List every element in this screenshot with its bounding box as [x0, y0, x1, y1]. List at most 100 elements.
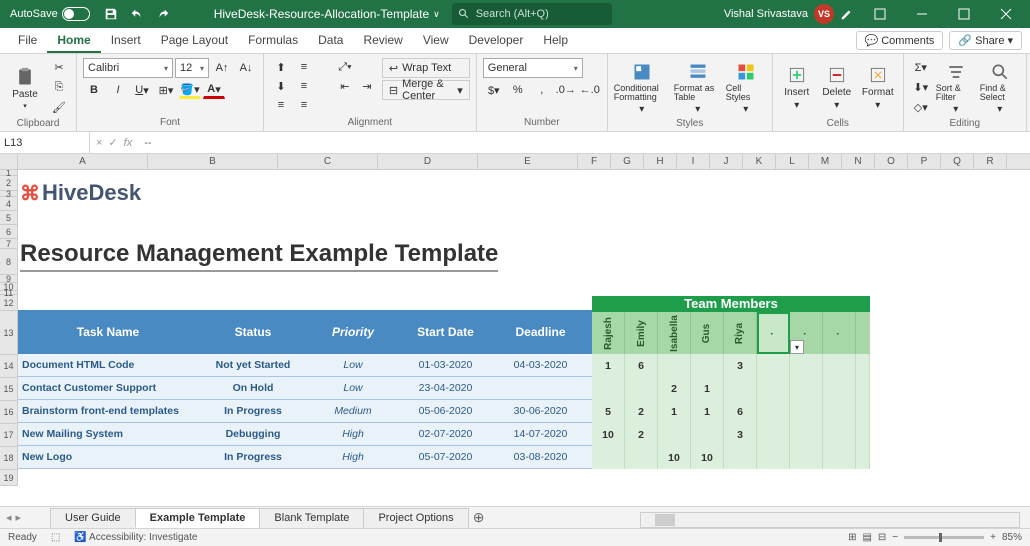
font-name-combo[interactable]: Calibri: [83, 58, 173, 78]
tab-developer[interactable]: Developer: [459, 29, 534, 53]
team-member-header[interactable]: Riya: [724, 312, 757, 354]
cell-styles-button[interactable]: Cell Styles▾: [726, 58, 766, 118]
font-color-button[interactable]: A▾: [203, 81, 225, 99]
sheet-tab[interactable]: User Guide: [50, 508, 136, 528]
table-row[interactable]: 1010: [592, 446, 870, 469]
team-member-header[interactable]: Isabella: [658, 312, 691, 354]
select-all-corner[interactable]: [0, 154, 18, 170]
team-member-header[interactable]: Rajesh: [592, 312, 625, 354]
minimize-icon[interactable]: [902, 0, 942, 28]
zoom-in-icon[interactable]: +: [990, 532, 996, 543]
orientation-icon[interactable]: ⤢▾: [334, 58, 356, 76]
tab-formulas[interactable]: Formulas: [238, 29, 308, 53]
document-title[interactable]: HiveDesk-Resource-Allocation-Template∨: [214, 7, 440, 21]
decrease-decimal-icon[interactable]: ←.0: [579, 81, 601, 99]
tab-view[interactable]: View: [413, 29, 459, 53]
decrease-font-icon[interactable]: A↓: [235, 59, 257, 77]
table-row[interactable]: 163: [592, 354, 870, 377]
macro-record-icon[interactable]: ⬚: [51, 532, 60, 543]
spreadsheet-grid[interactable]: ABCDEFGHIJKLMNOPQR 123456789101112131415…: [0, 154, 1030, 500]
tab-page-layout[interactable]: Page Layout: [151, 29, 238, 53]
avatar[interactable]: VS: [814, 4, 834, 24]
table-row[interactable]: 1023: [592, 423, 870, 446]
find-select-button[interactable]: Find & Select▾: [980, 58, 1020, 118]
autosum-icon[interactable]: Σ▾: [910, 58, 932, 76]
number-format-combo[interactable]: General: [483, 58, 583, 78]
border-button[interactable]: ⊞▾: [155, 81, 177, 99]
copy-icon[interactable]: ⎘: [48, 78, 70, 96]
pen-icon[interactable]: [836, 3, 858, 25]
cut-icon[interactable]: ✂: [48, 58, 70, 76]
accessibility-status[interactable]: ♿ Accessibility: Investigate: [74, 532, 197, 543]
next-sheet-icon[interactable]: ▸: [16, 511, 22, 524]
row-headers[interactable]: 12345678910111213141516171819: [0, 170, 18, 486]
fx-icon[interactable]: fx: [124, 137, 133, 149]
insert-cells-button[interactable]: Insert▾: [779, 58, 815, 118]
underline-button[interactable]: U▾: [131, 81, 153, 99]
ribbon-options-icon[interactable]: [860, 0, 900, 28]
horizontal-scrollbar[interactable]: [640, 512, 1020, 528]
tab-home[interactable]: Home: [47, 29, 100, 53]
increase-font-icon[interactable]: A↑: [211, 59, 233, 77]
name-box[interactable]: L13: [0, 132, 90, 153]
sheet-tab[interactable]: Project Options: [363, 508, 468, 528]
delete-cells-button[interactable]: Delete▾: [819, 58, 855, 118]
table-row[interactable]: 21: [592, 377, 870, 400]
undo-icon[interactable]: [126, 3, 148, 25]
currency-icon[interactable]: $▾: [483, 81, 505, 99]
search-input[interactable]: Search (Alt+Q): [452, 3, 612, 25]
view-normal-icon[interactable]: ⊞: [848, 532, 856, 543]
add-sheet-button[interactable]: ⊕: [468, 509, 490, 526]
percent-icon[interactable]: %: [507, 81, 529, 99]
fill-color-button[interactable]: 🪣▾: [179, 81, 201, 99]
tab-help[interactable]: Help: [533, 29, 578, 53]
align-center-icon[interactable]: ≡: [270, 96, 292, 114]
increase-indent-icon[interactable]: ⇥: [356, 77, 378, 95]
align-left-icon[interactable]: ≡: [293, 77, 315, 95]
maximize-icon[interactable]: [944, 0, 984, 28]
column-headers[interactable]: ABCDEFGHIJKLMNOPQR: [18, 154, 1030, 170]
table-row[interactable]: New LogoIn ProgressHigh05-07-202003-08-2…: [18, 446, 643, 469]
comments-button[interactable]: 💬 Comments: [856, 31, 944, 50]
table-row[interactable]: New Mailing SystemDebuggingHigh02-07-202…: [18, 423, 643, 446]
align-right-icon[interactable]: ≡: [293, 96, 315, 114]
view-layout-icon[interactable]: ▤: [862, 532, 871, 543]
increase-decimal-icon[interactable]: .0→: [555, 81, 577, 99]
align-top-icon[interactable]: ⬆: [270, 58, 292, 76]
table-row[interactable]: 52116: [592, 400, 870, 423]
align-bottom-icon[interactable]: ⬇: [270, 77, 292, 95]
tab-data[interactable]: Data: [308, 29, 353, 53]
dropdown-arrow-icon[interactable]: ▾: [790, 340, 804, 354]
merge-center-button[interactable]: ⊟ Merge & Center ▾: [382, 80, 470, 100]
decrease-indent-icon[interactable]: ⇤: [334, 77, 356, 95]
formula-input[interactable]: --: [138, 137, 1030, 149]
close-icon[interactable]: [986, 0, 1026, 28]
autosave-toggle[interactable]: AutoSave: [4, 5, 96, 23]
tab-review[interactable]: Review: [353, 29, 412, 53]
sheet-tab[interactable]: Blank Template: [259, 508, 364, 528]
tab-file[interactable]: File: [8, 29, 47, 53]
tab-insert[interactable]: Insert: [101, 29, 151, 53]
enter-formula-icon[interactable]: ✓: [108, 136, 117, 149]
team-member-header[interactable]: ·: [823, 312, 856, 354]
bold-button[interactable]: B: [83, 81, 105, 99]
prev-sheet-icon[interactable]: ◂: [6, 511, 12, 524]
font-size-combo[interactable]: 12: [175, 58, 209, 78]
zoom-slider[interactable]: [904, 536, 984, 539]
redo-icon[interactable]: [152, 3, 174, 25]
team-member-header[interactable]: Gus: [691, 312, 724, 354]
save-icon[interactable]: [100, 3, 122, 25]
team-member-header[interactable]: Emily: [625, 312, 658, 354]
fill-icon[interactable]: ⬇▾: [910, 78, 932, 96]
zoom-level[interactable]: 85%: [1002, 532, 1022, 543]
format-cells-button[interactable]: Format▾: [859, 58, 897, 118]
team-member-header[interactable]: ·: [757, 312, 790, 354]
table-row[interactable]: Brainstorm front-end templatesIn Progres…: [18, 400, 643, 423]
sort-filter-button[interactable]: Sort & Filter▾: [936, 58, 976, 118]
table-row[interactable]: Contact Customer SupportOn HoldLow23-04-…: [18, 377, 643, 400]
view-pagebreak-icon[interactable]: ⊟: [878, 532, 886, 543]
conditional-formatting-button[interactable]: Conditional Formatting▾: [614, 58, 670, 118]
wrap-text-button[interactable]: ↩ Wrap Text: [382, 58, 470, 78]
comma-icon[interactable]: ,: [531, 81, 553, 99]
paste-button[interactable]: Paste▾: [6, 58, 44, 118]
